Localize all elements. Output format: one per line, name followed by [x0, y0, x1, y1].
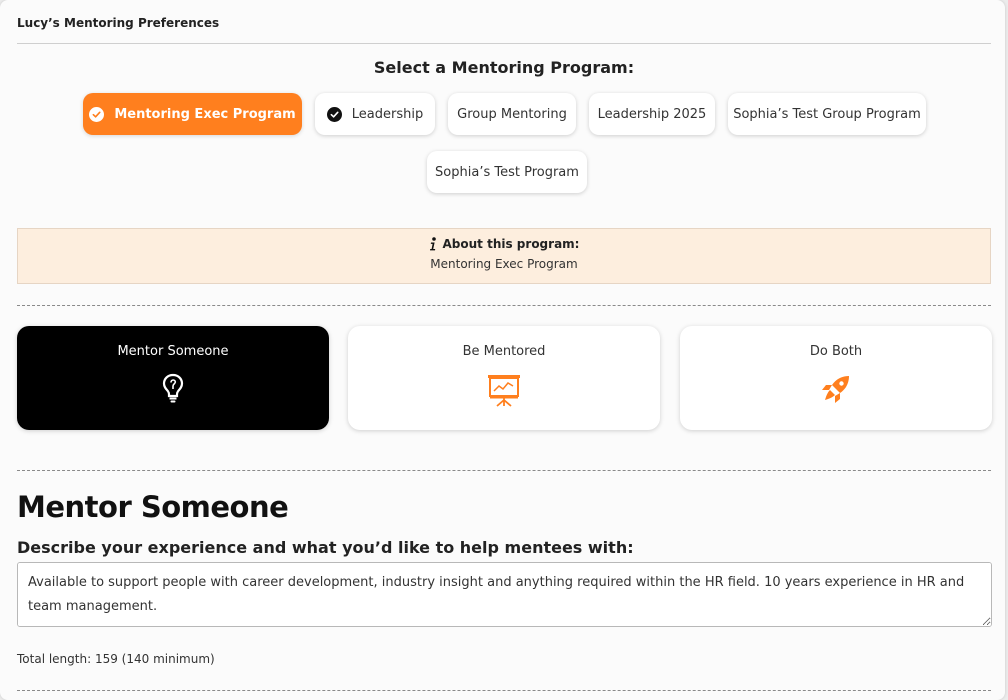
program-pill-leadership[interactable]: Leadership [315, 93, 435, 135]
role-card-label: Do Both [809, 344, 863, 359]
section-heading: Mentor Someone [17, 490, 289, 524]
role-card-do-both[interactable]: Do Both [680, 326, 992, 430]
about-title: About this program: [442, 237, 580, 251]
role-card-label: Be Mentored [462, 344, 546, 359]
program-pill-sophias-test[interactable]: Sophia’s Test Program [427, 151, 587, 193]
program-pill-sophias-test-group[interactable]: Sophia’s Test Group Program [728, 93, 926, 135]
program-pill-group-mentoring[interactable]: Group Mentoring [448, 93, 576, 135]
info-icon [429, 237, 437, 251]
divider [17, 305, 991, 306]
experience-textarea[interactable]: Available to support people with career … [17, 562, 992, 627]
role-card-be-mentored[interactable]: Be Mentored [348, 326, 660, 430]
program-pill-mentoring-exec[interactable]: Mentoring Exec Program [83, 93, 302, 135]
length-counter: Total length: 159 (140 minimum) [17, 652, 215, 666]
presentation-board-icon [487, 373, 521, 411]
program-pill-label: Mentoring Exec Program [114, 106, 296, 122]
program-select-heading: Select a Mentoring Program: [373, 58, 635, 77]
about-program-box: About this program: Mentoring Exec Progr… [17, 228, 991, 284]
role-card-mentor-someone[interactable]: Mentor Someone [17, 326, 329, 430]
program-pill-label: Group Mentoring [457, 106, 567, 122]
preferences-panel: Lucy’s Mentoring Preferences Select a Me… [0, 0, 1005, 700]
check-circle-icon [89, 106, 105, 122]
program-pill-label: Leadership 2025 [597, 106, 707, 122]
role-card-label: Mentor Someone [117, 344, 229, 359]
about-text: Mentoring Exec Program [430, 257, 578, 271]
program-pill-leadership-2025[interactable]: Leadership 2025 [589, 93, 715, 135]
experience-prompt: Describe your experience and what you’d … [17, 538, 634, 557]
rocket-icon [820, 373, 852, 409]
panel-title: Lucy’s Mentoring Preferences [17, 16, 220, 30]
panel-header: Lucy’s Mentoring Preferences [17, 16, 991, 44]
lightbulb-icon [161, 373, 185, 407]
divider [17, 690, 991, 691]
program-pill-label: Leadership [351, 106, 424, 122]
program-pill-label: Sophia’s Test Group Program [733, 106, 921, 122]
program-pill-label: Sophia’s Test Program [435, 164, 579, 180]
check-circle-icon [326, 106, 342, 122]
divider [17, 470, 991, 471]
